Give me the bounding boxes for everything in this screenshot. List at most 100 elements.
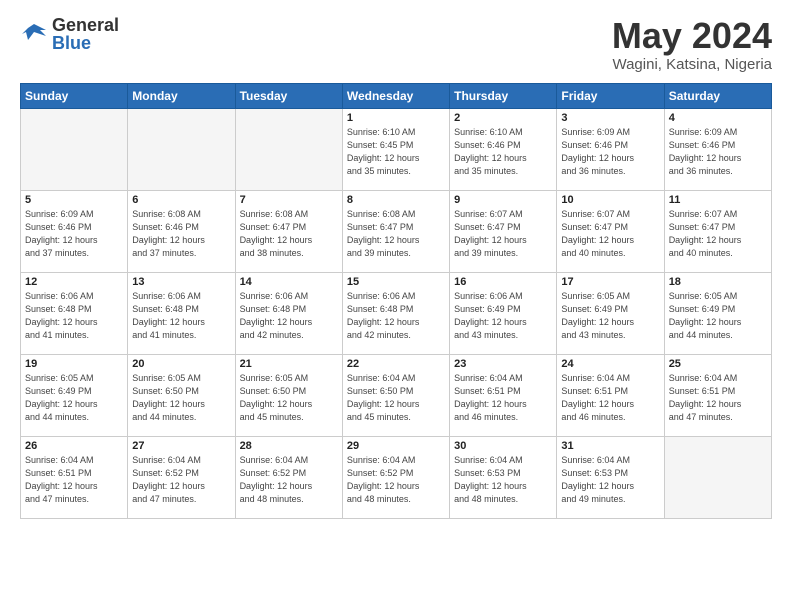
calendar-cell: 11Sunrise: 6:07 AM Sunset: 6:47 PM Dayli… bbox=[664, 190, 771, 272]
day-info: Sunrise: 6:05 AM Sunset: 6:49 PM Dayligh… bbox=[561, 290, 659, 342]
day-info: Sunrise: 6:08 AM Sunset: 6:46 PM Dayligh… bbox=[132, 208, 230, 260]
logo-general: General bbox=[52, 16, 119, 34]
calendar-cell: 26 Sunrise: 6:04 AM Sunset: 6:51 PM Dayli… bbox=[21, 436, 128, 518]
calendar-cell: 29 Sunrise: 6:04 AM Sunset: 6:52 PM Dayli… bbox=[342, 436, 449, 518]
calendar-cell: 24 Sunrise: 6:04 AM Sunset: 6:51 PM Dayli… bbox=[557, 354, 664, 436]
day-number: 4 bbox=[669, 112, 767, 124]
calendar-cell: 12 Sunrise: 6:06 AM Sunset: 6:48 PM Dayli… bbox=[21, 272, 128, 354]
day-number: 10 bbox=[561, 194, 659, 206]
day-number: 11 bbox=[669, 194, 767, 206]
day-number: 15 bbox=[347, 276, 445, 288]
day-info: Sunrise: 6:04 AM Sunset: 6:53 PM Dayligh… bbox=[561, 454, 659, 506]
calendar-cell: 1 Sunrise: 6:10 AM Sunset: 6:45 PM Daylig… bbox=[342, 108, 449, 190]
day-number: 29 bbox=[347, 440, 445, 452]
calendar-cell: 5 Sunrise: 6:09 AM Sunset: 6:46 PM Daylig… bbox=[21, 190, 128, 272]
day-number: 23 bbox=[454, 358, 552, 370]
calendar-row-0: 1 Sunrise: 6:10 AM Sunset: 6:45 PM Daylig… bbox=[21, 108, 772, 190]
calendar-cell: 17 Sunrise: 6:05 AM Sunset: 6:49 PM Dayli… bbox=[557, 272, 664, 354]
calendar-subtitle: Wagini, Katsina, Nigeria bbox=[612, 56, 772, 73]
day-info: Sunrise: 6:09 AM Sunset: 6:46 PM Dayligh… bbox=[669, 126, 767, 178]
day-number: 19 bbox=[25, 358, 123, 370]
day-info: Sunrise: 6:04 AM Sunset: 6:51 PM Dayligh… bbox=[561, 372, 659, 424]
day-number: 3 bbox=[561, 112, 659, 124]
calendar-cell: 27Sunrise: 6:04 AM Sunset: 6:52 PM Dayli… bbox=[128, 436, 235, 518]
calendar-header-row: SundayMondayTuesdayWednesdayThursdayFrid… bbox=[21, 83, 772, 108]
calendar-row-3: 19 Sunrise: 6:05 AM Sunset: 6:49 PM Dayli… bbox=[21, 354, 772, 436]
calendar-header-saturday: Saturday bbox=[664, 83, 771, 108]
calendar-cell: 25 Sunrise: 6:04 AM Sunset: 6:51 PM Dayli… bbox=[664, 354, 771, 436]
day-number: 12 bbox=[25, 276, 123, 288]
logo-blue: Blue bbox=[52, 34, 119, 52]
day-number: 25 bbox=[669, 358, 767, 370]
day-info: Sunrise: 6:10 AM Sunset: 6:45 PM Dayligh… bbox=[347, 126, 445, 178]
day-number: 31 bbox=[561, 440, 659, 452]
day-number: 1 bbox=[347, 112, 445, 124]
calendar-title: May 2024 bbox=[612, 16, 772, 56]
day-number: 22 bbox=[347, 358, 445, 370]
day-number: 26 bbox=[25, 440, 123, 452]
day-info: Sunrise: 6:06 AM Sunset: 6:48 PM Dayligh… bbox=[25, 290, 123, 342]
logo-text: General Blue bbox=[52, 16, 119, 52]
day-number: 28 bbox=[240, 440, 338, 452]
calendar-cell: 28Sunrise: 6:04 AM Sunset: 6:52 PM Dayli… bbox=[235, 436, 342, 518]
day-number: 20 bbox=[132, 358, 230, 370]
day-info: Sunrise: 6:05 AM Sunset: 6:49 PM Dayligh… bbox=[25, 372, 123, 424]
calendar-header-tuesday: Tuesday bbox=[235, 83, 342, 108]
day-info: Sunrise: 6:04 AM Sunset: 6:52 PM Dayligh… bbox=[347, 454, 445, 506]
day-info: Sunrise: 6:04 AM Sunset: 6:51 PM Dayligh… bbox=[669, 372, 767, 424]
calendar-cell bbox=[21, 108, 128, 190]
day-info: Sunrise: 6:08 AM Sunset: 6:47 PM Dayligh… bbox=[347, 208, 445, 260]
calendar-cell: 30 Sunrise: 6:04 AM Sunset: 6:53 PM Dayli… bbox=[450, 436, 557, 518]
calendar-header-monday: Monday bbox=[128, 83, 235, 108]
day-info: Sunrise: 6:04 AM Sunset: 6:52 PM Dayligh… bbox=[132, 454, 230, 506]
calendar-cell: 14Sunrise: 6:06 AM Sunset: 6:48 PM Dayli… bbox=[235, 272, 342, 354]
calendar-cell: 8 Sunrise: 6:08 AM Sunset: 6:47 PM Daylig… bbox=[342, 190, 449, 272]
calendar-cell: 22 Sunrise: 6:04 AM Sunset: 6:50 PM Dayli… bbox=[342, 354, 449, 436]
day-number: 2 bbox=[454, 112, 552, 124]
calendar-header-wednesday: Wednesday bbox=[342, 83, 449, 108]
day-info: Sunrise: 6:06 AM Sunset: 6:48 PM Dayligh… bbox=[240, 290, 338, 342]
day-number: 21 bbox=[240, 358, 338, 370]
day-number: 17 bbox=[561, 276, 659, 288]
day-info: Sunrise: 6:10 AM Sunset: 6:46 PM Dayligh… bbox=[454, 126, 552, 178]
day-number: 5 bbox=[25, 194, 123, 206]
logo: General Blue bbox=[20, 16, 119, 52]
calendar-cell: 16Sunrise: 6:06 AM Sunset: 6:49 PM Dayli… bbox=[450, 272, 557, 354]
day-info: Sunrise: 6:04 AM Sunset: 6:51 PM Dayligh… bbox=[454, 372, 552, 424]
day-number: 13 bbox=[132, 276, 230, 288]
calendar-header-thursday: Thursday bbox=[450, 83, 557, 108]
header: General Blue May 2024 Wagini, Katsina, N… bbox=[20, 16, 772, 73]
calendar-row-1: 5 Sunrise: 6:09 AM Sunset: 6:46 PM Daylig… bbox=[21, 190, 772, 272]
day-info: Sunrise: 6:04 AM Sunset: 6:51 PM Dayligh… bbox=[25, 454, 123, 506]
calendar-table: SundayMondayTuesdayWednesdayThursdayFrid… bbox=[20, 83, 772, 519]
day-number: 24 bbox=[561, 358, 659, 370]
calendar-cell: 19 Sunrise: 6:05 AM Sunset: 6:49 PM Dayli… bbox=[21, 354, 128, 436]
calendar-header-friday: Friday bbox=[557, 83, 664, 108]
calendar-cell: 13 Sunrise: 6:06 AM Sunset: 6:48 PM Dayli… bbox=[128, 272, 235, 354]
day-info: Sunrise: 6:05 AM Sunset: 6:49 PM Dayligh… bbox=[669, 290, 767, 342]
day-number: 18 bbox=[669, 276, 767, 288]
calendar-cell: 9Sunrise: 6:07 AM Sunset: 6:47 PM Daylig… bbox=[450, 190, 557, 272]
day-info: Sunrise: 6:08 AM Sunset: 6:47 PM Dayligh… bbox=[240, 208, 338, 260]
calendar-cell: 31 Sunrise: 6:04 AM Sunset: 6:53 PM Dayli… bbox=[557, 436, 664, 518]
calendar-header-sunday: Sunday bbox=[21, 83, 128, 108]
day-number: 16 bbox=[454, 276, 552, 288]
calendar-cell: 6Sunrise: 6:08 AM Sunset: 6:46 PM Daylig… bbox=[128, 190, 235, 272]
calendar-cell: 15Sunrise: 6:06 AM Sunset: 6:48 PM Dayli… bbox=[342, 272, 449, 354]
title-block: May 2024 Wagini, Katsina, Nigeria bbox=[612, 16, 772, 73]
calendar-row-4: 26 Sunrise: 6:04 AM Sunset: 6:51 PM Dayli… bbox=[21, 436, 772, 518]
day-info: Sunrise: 6:06 AM Sunset: 6:48 PM Dayligh… bbox=[132, 290, 230, 342]
day-info: Sunrise: 6:04 AM Sunset: 6:50 PM Dayligh… bbox=[347, 372, 445, 424]
day-info: Sunrise: 6:04 AM Sunset: 6:53 PM Dayligh… bbox=[454, 454, 552, 506]
calendar-cell: 4 Sunrise: 6:09 AM Sunset: 6:46 PM Daylig… bbox=[664, 108, 771, 190]
calendar-cell bbox=[664, 436, 771, 518]
page: General Blue May 2024 Wagini, Katsina, N… bbox=[0, 0, 792, 612]
day-number: 30 bbox=[454, 440, 552, 452]
calendar-cell: 23 Sunrise: 6:04 AM Sunset: 6:51 PM Dayli… bbox=[450, 354, 557, 436]
day-number: 8 bbox=[347, 194, 445, 206]
calendar-cell: 10Sunrise: 6:07 AM Sunset: 6:47 PM Dayli… bbox=[557, 190, 664, 272]
day-info: Sunrise: 6:09 AM Sunset: 6:46 PM Dayligh… bbox=[25, 208, 123, 260]
day-number: 7 bbox=[240, 194, 338, 206]
calendar-cell bbox=[235, 108, 342, 190]
calendar-row-2: 12 Sunrise: 6:06 AM Sunset: 6:48 PM Dayli… bbox=[21, 272, 772, 354]
